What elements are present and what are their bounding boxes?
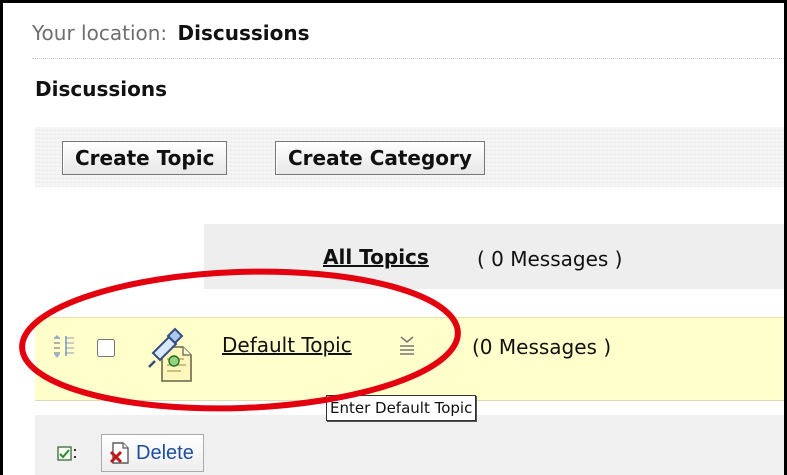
breadcrumb: Your location: Discussions xyxy=(32,20,782,59)
all-topics-link[interactable]: All Topics xyxy=(323,245,429,269)
topic-icon[interactable] xyxy=(146,327,196,385)
create-category-button[interactable]: Create Category xyxy=(275,141,485,175)
location-prefix: Your location: xyxy=(32,21,168,45)
default-topic-link[interactable]: Default Topic xyxy=(222,333,352,357)
delete-button[interactable]: Delete xyxy=(101,434,204,472)
toolbar: Create Topic Create Category xyxy=(35,127,784,187)
menu-icon[interactable] xyxy=(397,335,417,357)
topic-row: Default Topic (0 Messages ) xyxy=(35,317,784,401)
bulk-select-icon[interactable] xyxy=(57,446,79,462)
delete-icon xyxy=(109,442,129,464)
bulk-actions-row: Delete xyxy=(35,415,784,475)
delete-button-label: Delete xyxy=(136,441,194,464)
location-current: Discussions xyxy=(177,21,310,45)
discussions-page: Your location: Discussions Discussions C… xyxy=(0,0,787,475)
topic-tooltip: Enter Default Topic xyxy=(326,395,477,421)
topic-message-count: (0 Messages ) xyxy=(472,335,612,359)
page-title: Discussions xyxy=(35,77,168,101)
topic-checkbox[interactable] xyxy=(97,339,115,357)
all-topics-row: All Topics ( 0 Messages ) xyxy=(204,224,784,289)
all-topics-message-count: ( 0 Messages ) xyxy=(477,247,623,271)
create-topic-button[interactable]: Create Topic xyxy=(62,141,228,175)
move-topic-icon[interactable] xyxy=(51,334,77,360)
